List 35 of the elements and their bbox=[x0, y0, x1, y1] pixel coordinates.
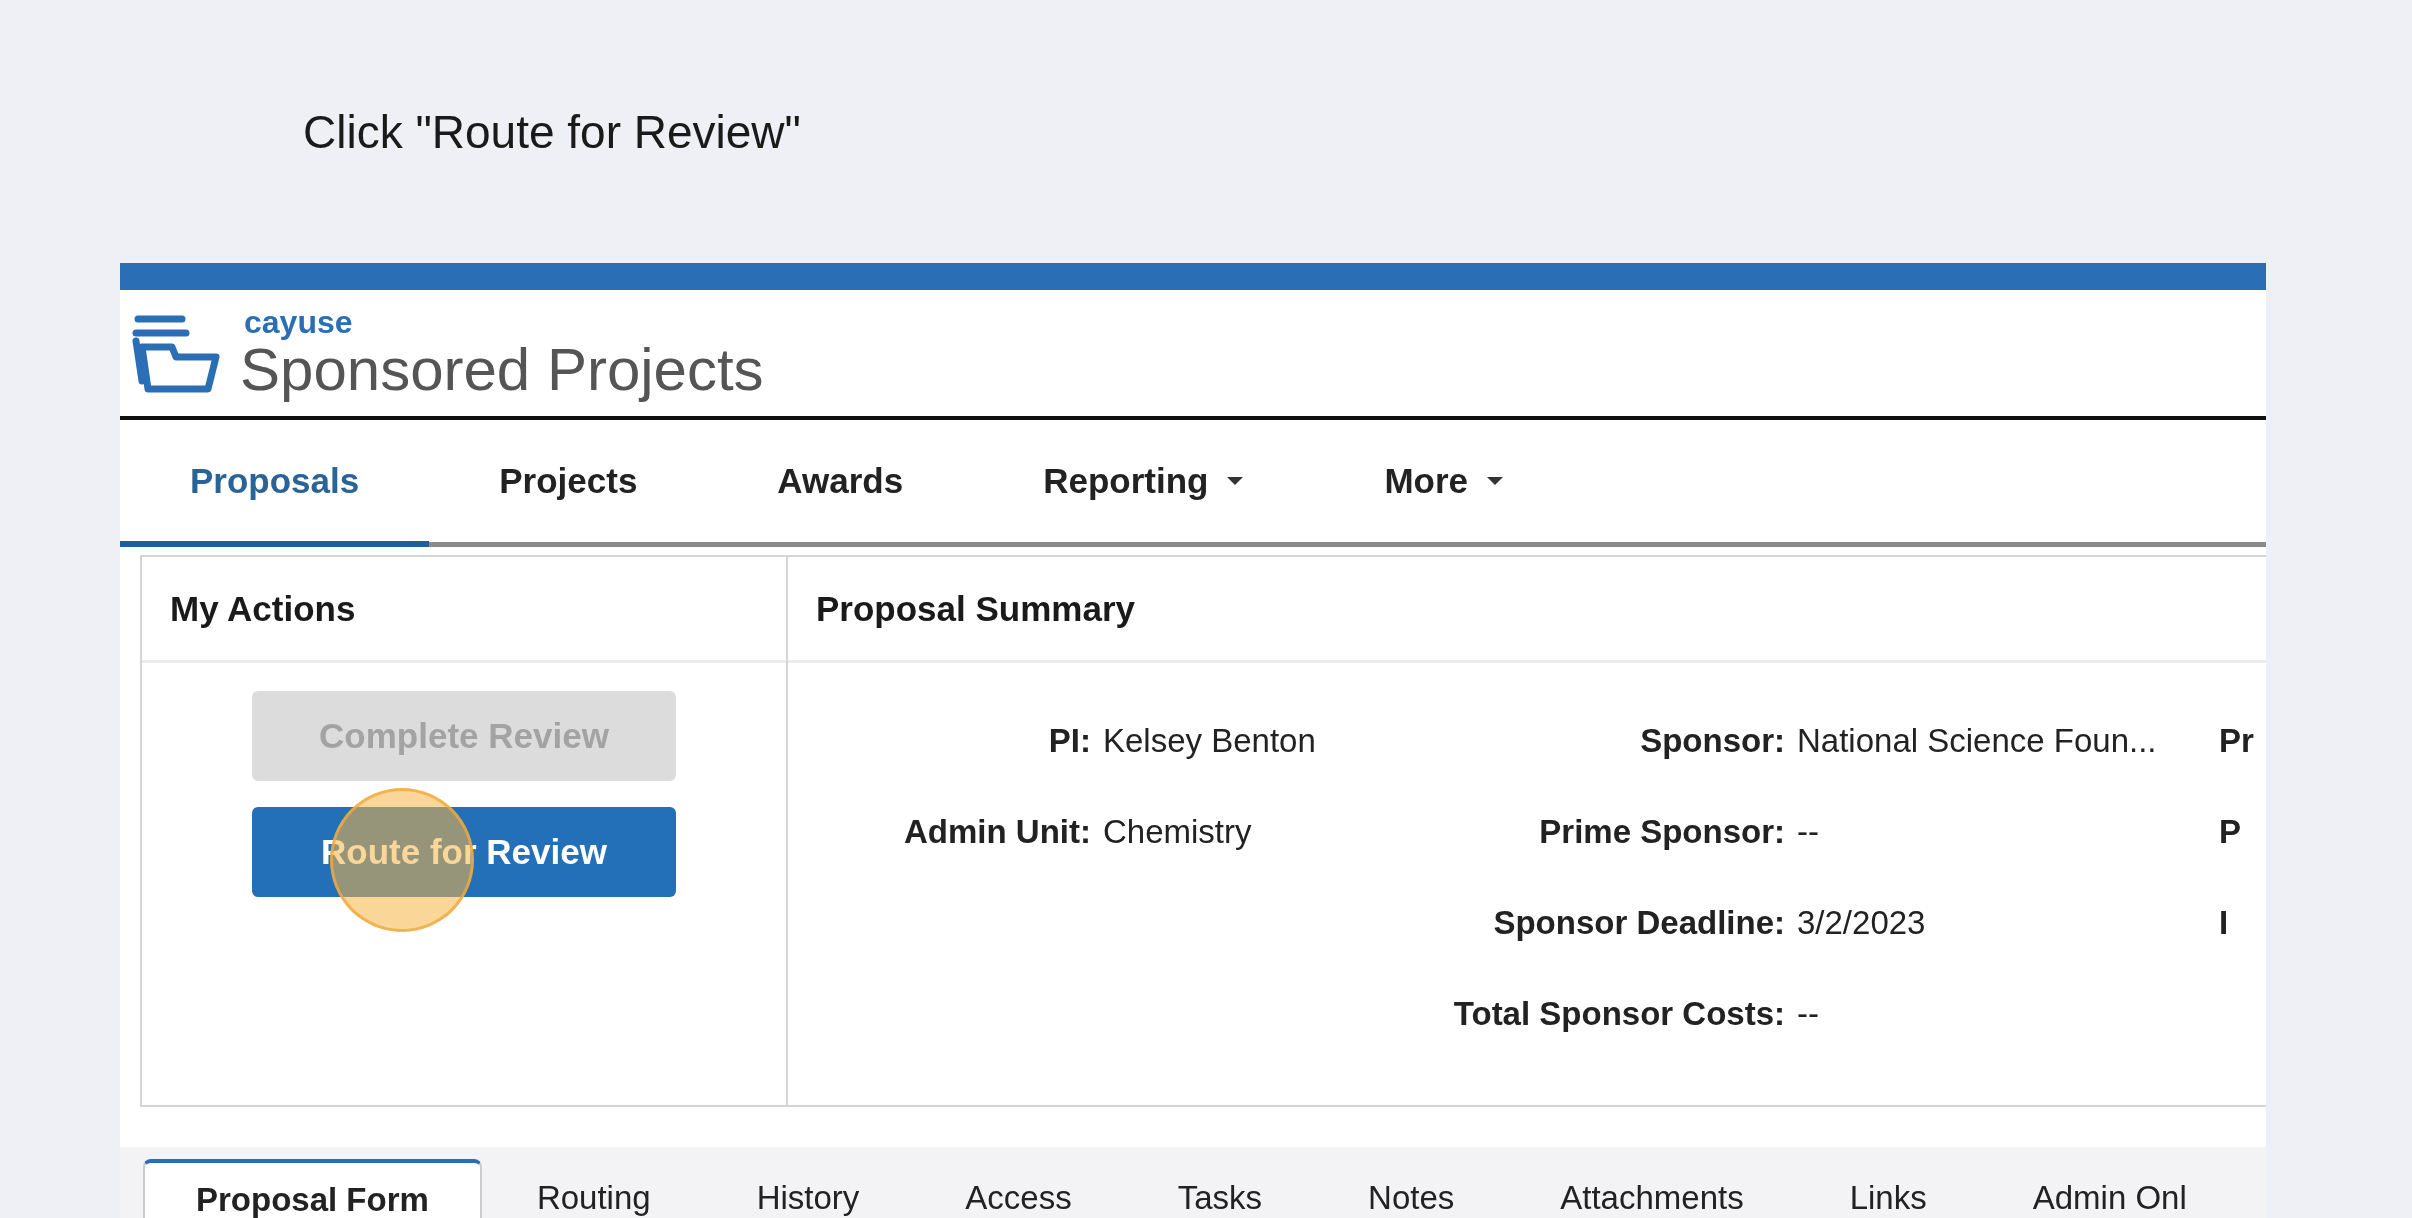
nav-tab[interactable]: Projects bbox=[429, 420, 708, 547]
field-value: -- bbox=[1797, 811, 1820, 852]
field-label: Sponsor Deadline: bbox=[1492, 902, 1785, 943]
tab[interactable]: Links bbox=[1796, 1159, 1980, 1218]
tab[interactable]: Tasks bbox=[1124, 1159, 1316, 1218]
field-label: Pr bbox=[2219, 720, 2255, 761]
field-value: National Science Foun... bbox=[1797, 720, 2158, 761]
field-label: Prime Sponsor: bbox=[1538, 811, 1785, 852]
tab[interactable]: Admin Onl bbox=[1979, 1159, 2240, 1218]
tab[interactable]: History bbox=[703, 1159, 913, 1218]
tab[interactable]: Proposal Form bbox=[143, 1159, 482, 1218]
tab[interactable]: Notes bbox=[1315, 1159, 1508, 1218]
tab[interactable]: Routing bbox=[483, 1159, 704, 1218]
instruction-text: Click "Route for Review" bbox=[303, 105, 801, 159]
brand-name: cayuse bbox=[244, 305, 354, 338]
tab[interactable]: Attachments bbox=[1507, 1159, 1797, 1218]
field-label: Admin Unit: bbox=[903, 811, 1091, 852]
field-label: I bbox=[2219, 902, 2230, 943]
nav-tab[interactable]: Proposals bbox=[120, 420, 430, 547]
nav-tab[interactable]: More bbox=[1314, 420, 1575, 547]
field-label: PI: bbox=[1047, 720, 1091, 761]
field-value: -- bbox=[1797, 993, 1820, 1034]
field-label: Sponsor: bbox=[1639, 720, 1785, 761]
caret-icon bbox=[1486, 475, 1505, 486]
caret-icon bbox=[1226, 475, 1245, 486]
field-value: Kelsey Benton bbox=[1103, 720, 1317, 761]
panel-title: Proposal Summary bbox=[816, 588, 1135, 629]
panel-title: My Actions bbox=[170, 588, 356, 629]
nav-tab[interactable]: Reporting bbox=[973, 420, 1315, 547]
tab[interactable]: Access bbox=[912, 1159, 1125, 1218]
field-label: Total Sponsor Costs: bbox=[1452, 993, 1785, 1034]
field-label: P bbox=[2219, 811, 2242, 852]
field-value: Chemistry bbox=[1103, 811, 1253, 852]
nav-tab[interactable]: Awards bbox=[707, 420, 974, 547]
field-value: 3/2/2023 bbox=[1797, 902, 1927, 943]
